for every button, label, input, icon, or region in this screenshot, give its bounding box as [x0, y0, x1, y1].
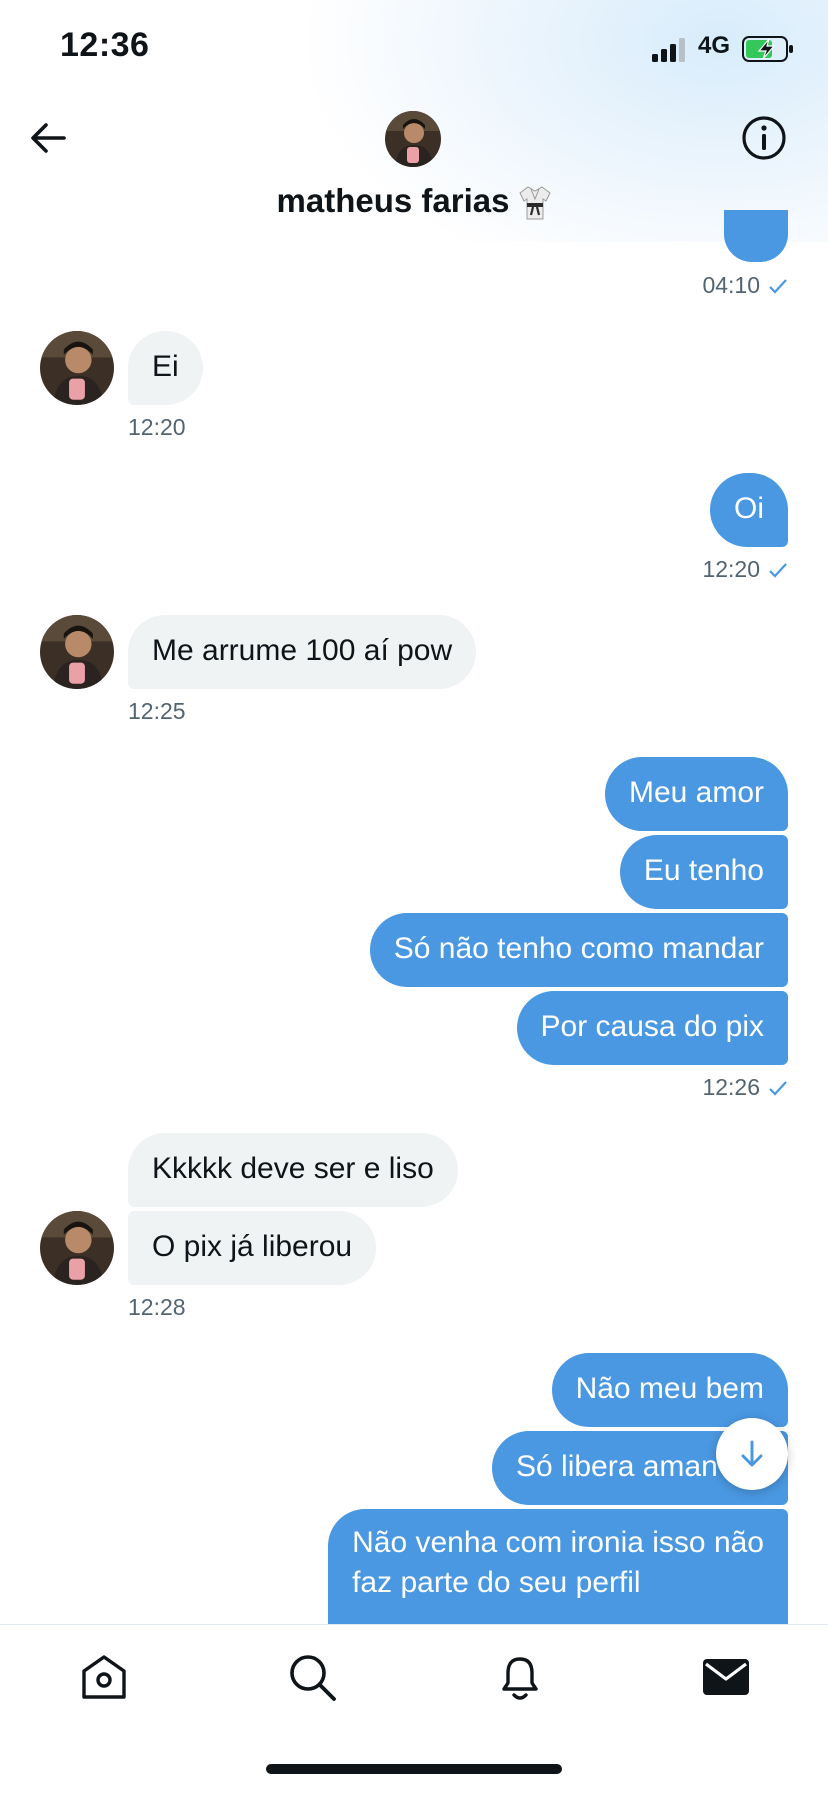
- message-bubble-received[interactable]: Ei: [128, 331, 203, 405]
- bell-icon[interactable]: [492, 1649, 548, 1705]
- status-bar: 12:36 4G: [0, 0, 828, 100]
- read-check-icon: [769, 1081, 787, 1096]
- message-bubble-received[interactable]: Me arrume 100 aí pow: [128, 615, 477, 689]
- contact-avatar[interactable]: [40, 331, 114, 405]
- info-icon[interactable]: [740, 114, 788, 162]
- signal-icon: [652, 38, 685, 62]
- message-time: 12:20: [128, 414, 186, 440]
- message-time: 04:10: [702, 272, 760, 298]
- contact-avatar[interactable]: [40, 1211, 114, 1285]
- mail-icon[interactable]: [698, 1649, 754, 1705]
- network-label: 4G: [698, 32, 731, 59]
- read-check-icon: [769, 563, 787, 578]
- avatar-photo: [40, 1211, 114, 1285]
- contact-name[interactable]: matheus farias: [0, 182, 828, 221]
- message-time: 12:28: [128, 1294, 186, 1320]
- martial-arts-uniform-icon: [519, 186, 552, 220]
- home-indicator: [266, 1764, 562, 1774]
- message-bubble-received[interactable]: O pix já liberou: [128, 1211, 377, 1285]
- message-meta: 04:10: [702, 272, 788, 299]
- message-bubble-received[interactable]: Kkkkk deve ser e liso: [128, 1133, 458, 1207]
- message-bubble-sent[interactable]: Oi: [710, 473, 788, 547]
- contact-avatar-header[interactable]: [385, 111, 441, 167]
- battery-charging-icon: [742, 36, 793, 62]
- message-bubble-sent[interactable]: Meu amor: [604, 757, 788, 831]
- message-bubble-partial[interactable]: [724, 210, 788, 262]
- message-time: 12:20: [702, 556, 760, 582]
- contact-name-text: matheus farias: [276, 182, 510, 219]
- avatar-photo: [385, 111, 441, 167]
- message-bubble-sent[interactable]: Não venha com ironia isso não faz parte …: [328, 1509, 788, 1624]
- message-time: 12:26: [702, 1074, 760, 1100]
- scroll-to-bottom-button[interactable]: [716, 1418, 788, 1490]
- message-bubble-sent[interactable]: Eu tenho: [619, 835, 788, 909]
- message-bubble-sent[interactable]: Não meu bem: [551, 1353, 788, 1427]
- avatar-photo: [40, 331, 114, 405]
- avatar-photo: [40, 615, 114, 689]
- message-bubble-sent[interactable]: Por causa do pix: [516, 991, 788, 1065]
- contact-avatar[interactable]: [40, 615, 114, 689]
- arrow-down-icon: [741, 1440, 763, 1467]
- message-meta: 12:26: [702, 1074, 788, 1101]
- message-time: 12:25: [128, 698, 186, 724]
- status-time: 12:36: [60, 26, 150, 64]
- message-meta: 12:20: [702, 556, 788, 583]
- message-bubble-sent[interactable]: Só não tenho como mandar: [369, 913, 788, 987]
- back-arrow-icon[interactable]: [26, 116, 70, 160]
- read-check-icon: [769, 279, 787, 294]
- search-icon[interactable]: [284, 1649, 340, 1705]
- home-icon[interactable]: [76, 1649, 132, 1705]
